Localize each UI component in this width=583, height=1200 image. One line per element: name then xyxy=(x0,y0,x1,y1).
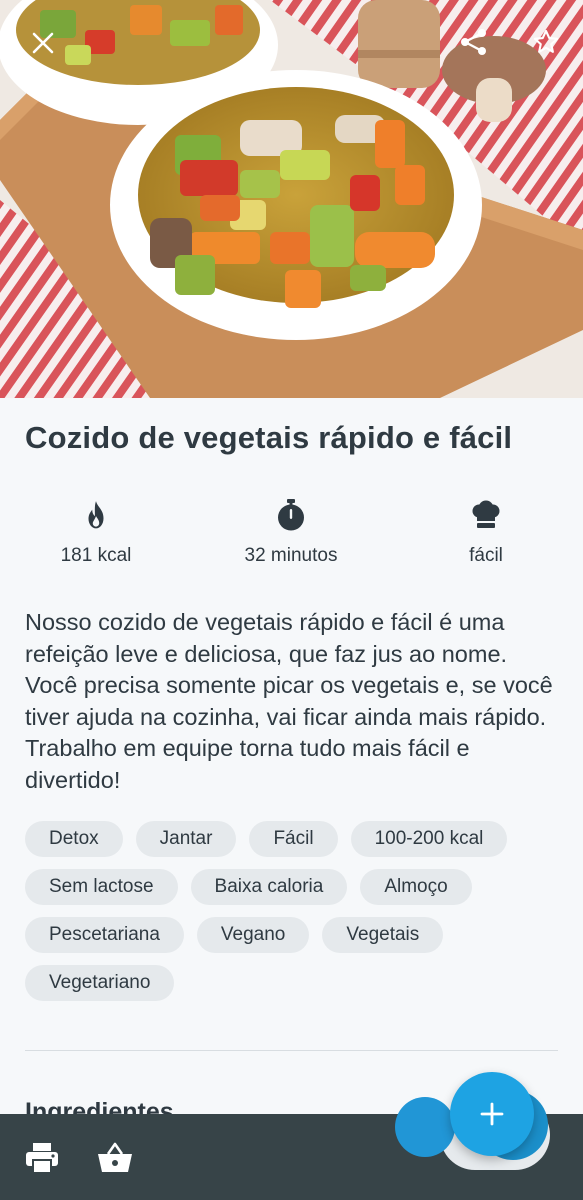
tag-list: Detox Jantar Fácil 100-200 kcal Sem lact… xyxy=(25,821,565,1013)
section-divider xyxy=(25,1050,558,1051)
close-icon xyxy=(32,32,54,54)
calories-stat: 181 kcal xyxy=(16,495,176,567)
tag-row: Vegetariano xyxy=(25,965,565,1001)
tag-chip[interactable]: Vegetariano xyxy=(25,965,175,1001)
tag-chip[interactable]: Jantar xyxy=(135,821,237,857)
shopping-basket-button[interactable] xyxy=(95,1138,135,1178)
tag-chip[interactable]: Baixa caloria xyxy=(190,869,348,905)
difficulty-stat: fácil xyxy=(406,495,566,567)
tag-chip[interactable]: Vegano xyxy=(196,917,310,953)
tag-chip[interactable]: 100-200 kcal xyxy=(350,821,508,857)
share-icon xyxy=(461,29,486,55)
print-button[interactable] xyxy=(22,1138,62,1178)
tag-row: Sem lactose Baixa caloria Almoço xyxy=(25,869,565,905)
tag-row: Pescetariana Vegano Vegetais xyxy=(25,917,565,953)
share-button[interactable] xyxy=(454,22,494,62)
tag-chip[interactable]: Pescetariana xyxy=(25,917,184,953)
recipe-hero-image xyxy=(0,0,583,398)
favorite-button[interactable] xyxy=(526,22,566,62)
print-icon xyxy=(26,1143,58,1174)
time-label: 32 minutos xyxy=(244,545,338,566)
add-fab-button[interactable] xyxy=(450,1072,534,1156)
difficulty-label: fácil xyxy=(469,545,503,566)
time-stat: 32 minutos xyxy=(211,495,371,567)
star-outline-icon xyxy=(533,29,559,53)
recipe-title: Cozido de vegetais rápido e fácil xyxy=(25,420,513,455)
calories-label: 181 kcal xyxy=(60,545,132,566)
recipe-stats: 181 kcal 32 minutos fácil xyxy=(0,495,583,575)
food-photo-illustration xyxy=(0,0,583,398)
tag-chip[interactable]: Almoço xyxy=(360,869,472,905)
stopwatch-icon xyxy=(278,499,304,531)
recipe-description: Nosso cozido de vegetais rápido e fácil … xyxy=(25,609,553,793)
plus-icon xyxy=(480,1102,504,1126)
tag-chip[interactable]: Detox xyxy=(25,821,123,857)
tag-chip[interactable]: Sem lactose xyxy=(25,869,178,905)
shopping-basket-icon xyxy=(98,1142,132,1172)
tag-row: Detox Jantar Fácil 100-200 kcal xyxy=(25,821,565,857)
close-button[interactable] xyxy=(23,23,63,63)
tag-chip[interactable]: Fácil xyxy=(249,821,338,857)
fab-secondary-shape xyxy=(395,1097,455,1157)
flame-icon xyxy=(88,501,104,529)
chef-hat-icon xyxy=(472,500,500,528)
tag-chip[interactable]: Vegetais xyxy=(322,917,444,953)
